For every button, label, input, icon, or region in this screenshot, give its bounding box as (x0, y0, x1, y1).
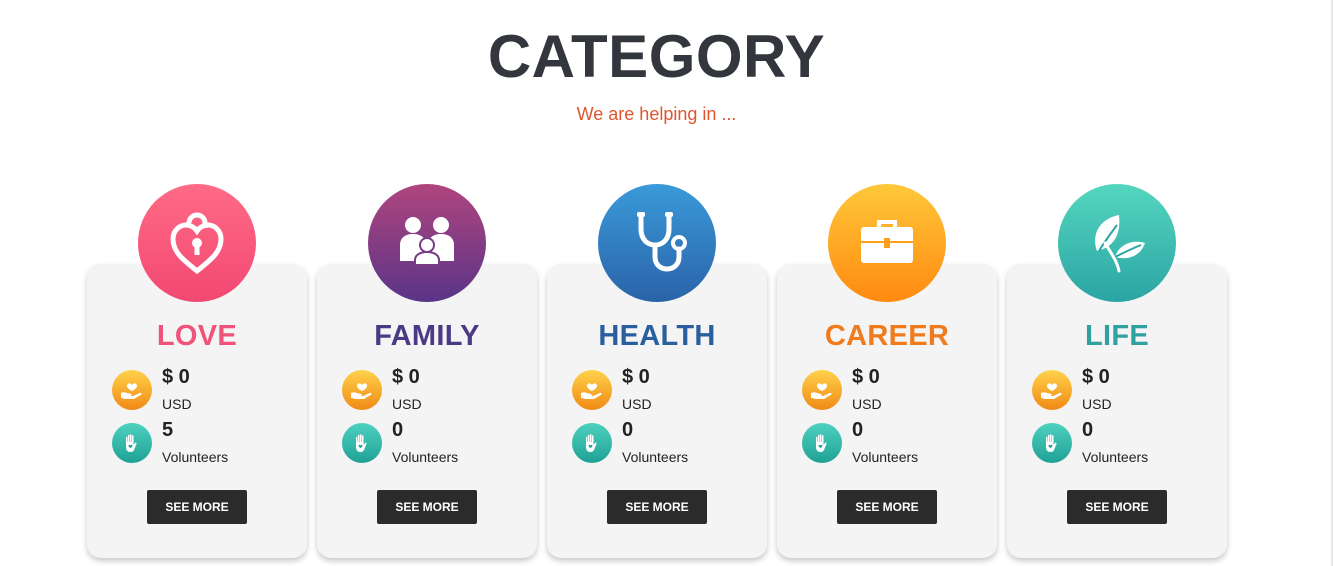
briefcase-icon (828, 184, 946, 302)
category-cards: LOVE $ 0 USD 5 Volunteers SEE MORE FAMIL… (0, 0, 1333, 566)
category-card-family: FAMILY $ 0 USD 0 Volunteers SEE MORE (317, 264, 537, 558)
heart-lock-icon (138, 184, 256, 302)
donation-hand-icon (342, 370, 382, 410)
volunteer-count: 0 (392, 419, 404, 441)
donation-currency: USD (622, 396, 652, 412)
volunteer-count: 0 (622, 419, 634, 441)
category-card-love: LOVE $ 0 USD 5 Volunteers SEE MORE (87, 264, 307, 558)
stethoscope-icon (598, 184, 716, 302)
see-more-button[interactable]: SEE MORE (1067, 490, 1167, 524)
category-card-life: LIFE $ 0 USD 0 Volunteers SEE MORE (1007, 264, 1227, 558)
see-more-button[interactable]: SEE MORE (377, 490, 477, 524)
volunteer-count: 0 (852, 419, 864, 441)
donation-amount: $ 0 (852, 366, 880, 388)
category-card-career: CAREER $ 0 USD 0 Volunteers SEE MORE (777, 264, 997, 558)
volunteer-hand-icon (802, 423, 842, 463)
volunteer-label: Volunteers (162, 449, 229, 465)
volunteer-hand-icon (1032, 423, 1072, 463)
see-more-button[interactable]: SEE MORE (607, 490, 707, 524)
donation-currency: USD (1082, 396, 1112, 412)
volunteer-label: Volunteers (1082, 449, 1149, 465)
leaf-icon (1058, 184, 1176, 302)
donation-amount: $ 0 (622, 366, 650, 388)
donation-hand-icon (112, 370, 152, 410)
donation-hand-icon (1032, 370, 1072, 410)
donation-hand-icon (572, 370, 612, 410)
volunteer-hand-icon (342, 423, 382, 463)
donation-amount: $ 0 (1082, 366, 1110, 388)
volunteer-label: Volunteers (392, 449, 459, 465)
see-more-button[interactable]: SEE MORE (147, 490, 247, 524)
category-title: LIFE (1084, 320, 1150, 352)
volunteer-label: Volunteers (622, 449, 689, 465)
category-title: HEALTH (598, 320, 716, 352)
volunteer-hand-icon (572, 423, 612, 463)
category-card-health: HEALTH $ 0 USD 0 Volunteers SEE MORE (547, 264, 767, 558)
donation-currency: USD (852, 396, 882, 412)
category-title: FAMILY (374, 320, 480, 352)
volunteer-count: 0 (1082, 419, 1094, 441)
category-title: LOVE (156, 320, 238, 352)
see-more-button[interactable]: SEE MORE (837, 490, 937, 524)
volunteer-hand-icon (112, 423, 152, 463)
volunteer-label: Volunteers (852, 449, 919, 465)
donation-currency: USD (392, 396, 422, 412)
category-title: CAREER (824, 320, 950, 352)
donation-currency: USD (162, 396, 192, 412)
donation-amount: $ 0 (162, 366, 190, 388)
donation-amount: $ 0 (392, 366, 420, 388)
volunteer-count: 5 (162, 419, 174, 441)
family-icon (368, 184, 486, 302)
donation-hand-icon (802, 370, 842, 410)
